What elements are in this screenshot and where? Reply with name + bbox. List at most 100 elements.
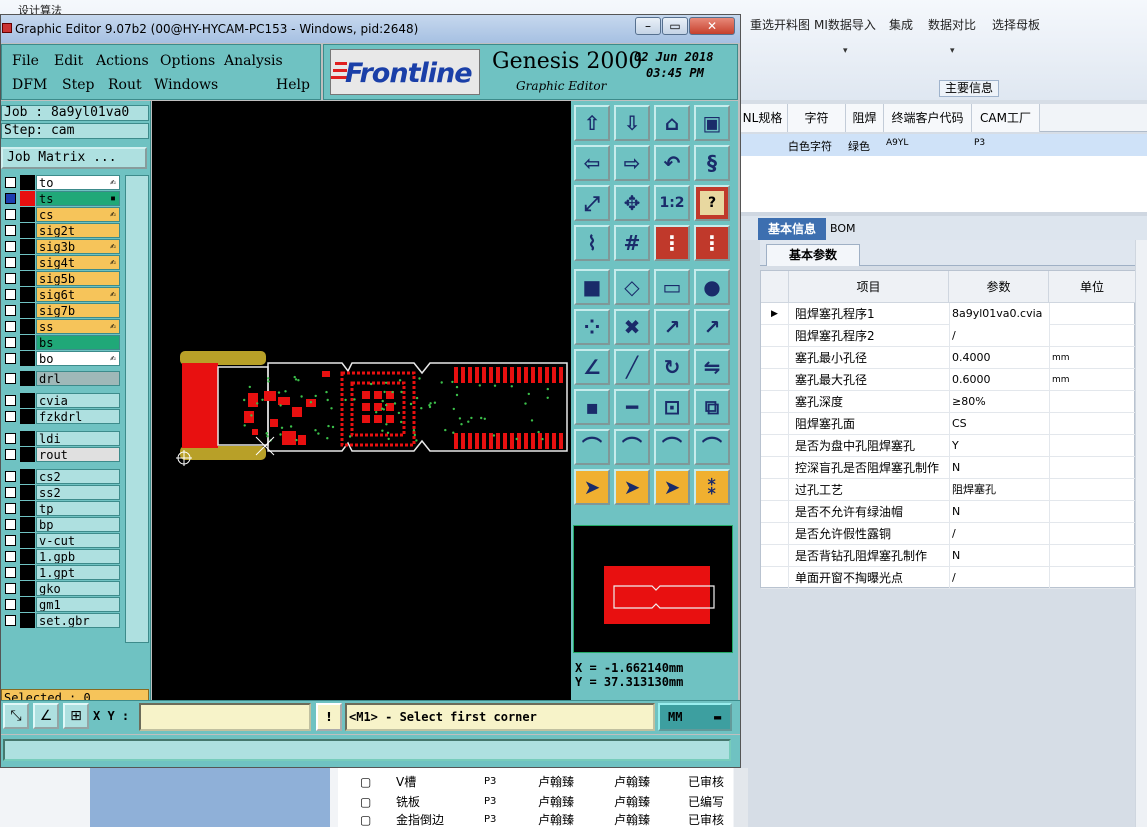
menu-edit[interactable]: Edit [54, 53, 83, 69]
layer-row-ss2[interactable]: ss2 [1, 485, 121, 500]
layer-row-ss[interactable]: ss ✍ [1, 319, 121, 334]
layer-checkbox[interactable] [5, 337, 16, 348]
layer-checkbox[interactable] [5, 321, 16, 332]
grid-cell-value[interactable]: 0.6000 [949, 369, 1049, 391]
layer-row-sig4t[interactable]: sig4t ✍ [1, 255, 121, 270]
layer-checkbox[interactable] [5, 257, 16, 268]
zoom-fit-tool[interactable]: ⤢ [574, 185, 610, 221]
menu-actions[interactable]: Actions [96, 53, 149, 69]
layer-name[interactable]: bo ✍ [36, 351, 120, 366]
layer-name[interactable]: cs ✍ [36, 207, 120, 222]
layer-row-v-cut[interactable]: v-cut [1, 533, 121, 548]
graphic-canvas[interactable] [152, 101, 571, 713]
layer-checkbox[interactable] [5, 471, 16, 482]
menu-analysis[interactable]: Analysis [224, 53, 283, 69]
connect-tool[interactable]: ⁘ [574, 309, 610, 345]
right-scrollbar[interactable] [1135, 240, 1147, 827]
grid-row[interactable]: 是否背钻孔阻焊塞孔制作 N [761, 545, 1136, 567]
circle-tool[interactable]: ● [694, 269, 730, 305]
layer-checkbox[interactable] [5, 395, 16, 406]
grid-cell-value[interactable]: / [949, 523, 1049, 545]
layer-row-1.gpt[interactable]: 1.gpt [1, 565, 121, 580]
pan-right-tool[interactable]: ⇨ [614, 145, 650, 181]
polygon-tool[interactable]: ◇ [614, 269, 650, 305]
angle-icon[interactable]: ∠ [33, 703, 59, 729]
units-select[interactable]: MM ▬ [658, 703, 732, 731]
layer-checkbox[interactable] [5, 273, 16, 284]
net-select-tool[interactable]: ⋮ [694, 225, 730, 261]
arc-red-tool[interactable]: ⌒ [614, 429, 650, 465]
grid-row[interactable]: 是否为盘中孔阻焊塞孔 Y [761, 435, 1136, 457]
layer-name[interactable]: sig4t ✍ [36, 255, 120, 270]
grid-header-unit[interactable]: 单位 [1049, 271, 1136, 303]
group-tool[interactable]: ⧉ [694, 389, 730, 425]
grid-row[interactable]: 过孔工艺 阻焊塞孔 [761, 479, 1136, 501]
toolbar-btn-compare[interactable]: 数据对比 [928, 16, 976, 33]
layer-row-bp[interactable]: bp [1, 517, 121, 532]
grid-row[interactable]: ▶ 阻焊塞孔程序1 8a9yl01va0.cvia [761, 303, 1136, 325]
grid-header-param[interactable]: 参数 [949, 271, 1049, 303]
layer-name[interactable]: sig2t [36, 223, 120, 238]
layer-row-drl[interactable]: drl [1, 371, 121, 386]
menu-options[interactable]: Options [160, 53, 215, 69]
grid-cell-value[interactable]: CS [949, 413, 1049, 435]
layer-row-sig5b[interactable]: sig5b [1, 271, 121, 286]
layer-checkbox[interactable] [5, 615, 16, 626]
snap-grid-icon[interactable]: ⊞ [63, 703, 89, 729]
layer-row-cs[interactable]: cs ✍ [1, 207, 121, 222]
layer-name[interactable]: v-cut [36, 533, 120, 548]
layer-row-gko[interactable]: gko [1, 581, 121, 596]
toolbar-btn-integrate[interactable]: 集成 [889, 16, 913, 33]
title-bar[interactable]: Graphic Editor 9.07b2 (00@HY-HYCAM-PC153… [1, 15, 740, 43]
select-box-tool[interactable]: ➤ [614, 469, 650, 505]
line-angle-tool[interactable]: ∠ [574, 349, 610, 385]
background-selected-row[interactable]: 白色字符 绿色 A9YL P3 [738, 134, 1147, 156]
layer-name[interactable]: ss ✍ [36, 319, 120, 334]
grid-cell-value[interactable]: / [949, 325, 1049, 347]
fill-tool[interactable]: ■ [574, 269, 610, 305]
menu-rout[interactable]: Rout [108, 77, 142, 93]
layer-name[interactable]: cvia [36, 393, 120, 408]
layer-row-sig2t[interactable]: sig2t [1, 223, 121, 238]
layer-name[interactable]: ts ▪ [36, 191, 120, 206]
menu-dfm[interactable]: DFM [12, 77, 47, 93]
select-shape-tool[interactable]: ➤ [654, 469, 690, 505]
layer-checkbox[interactable] [5, 449, 16, 460]
layer-name[interactable]: cs2 [36, 469, 120, 484]
redraw-tool[interactable]: § [694, 145, 730, 181]
home-tool[interactable]: ⌂ [654, 105, 690, 141]
layer-checkbox[interactable] [5, 551, 16, 562]
layer-name[interactable]: drl [36, 371, 120, 386]
layer-name[interactable]: gm1 [36, 597, 120, 612]
layer-name[interactable]: sig3b ✍ [36, 239, 120, 254]
layer-name[interactable]: to ✍ [36, 175, 120, 190]
layer-checkbox[interactable] [5, 433, 16, 444]
layer-checkbox[interactable] [5, 305, 16, 316]
minimize-button[interactable]: – [635, 17, 661, 35]
list-item[interactable]: ▢ V槽 P3 卢翰臻 卢翰臻 已审核 [360, 772, 730, 792]
list-item[interactable]: ▢ 铣板 P3 卢翰臻 卢翰臻 已编写 [360, 792, 730, 812]
delete-tool[interactable]: ✖ [614, 309, 650, 345]
column-header[interactable]: CAM工厂 [972, 104, 1040, 132]
grid-cell-value[interactable]: ≥80% [949, 391, 1049, 413]
column-header[interactable]: 终端客户代码 [884, 104, 972, 132]
mirror-tool[interactable]: ⇋ [694, 349, 730, 385]
snap-tool[interactable]: ⌇ [574, 225, 610, 261]
column-header[interactable]: NL规格 [738, 104, 788, 132]
menu-file[interactable]: File [12, 53, 39, 69]
layer-checkbox[interactable] [5, 567, 16, 578]
layer-name[interactable]: set.gbr [36, 613, 120, 628]
dropdown-arrow-icon[interactable]: ▾ [843, 46, 848, 56]
tab-bom[interactable]: BOM [830, 218, 856, 240]
layer-checkbox[interactable] [5, 411, 16, 422]
layer-checkbox[interactable] [5, 583, 16, 594]
rotate-tool[interactable]: ↻ [654, 349, 690, 385]
layer-name[interactable]: 1.gpt [36, 565, 120, 580]
bottom-scrollbar[interactable] [734, 768, 748, 827]
copy-tool[interactable]: ↗ [694, 309, 730, 345]
resize-tool[interactable]: ⊡ [654, 389, 690, 425]
layer-name[interactable]: sig5b [36, 271, 120, 286]
menu-windows[interactable]: Windows [154, 77, 218, 93]
undo-view-tool[interactable]: ↶ [654, 145, 690, 181]
grid-cell-value[interactable]: 0.4000 [949, 347, 1049, 369]
